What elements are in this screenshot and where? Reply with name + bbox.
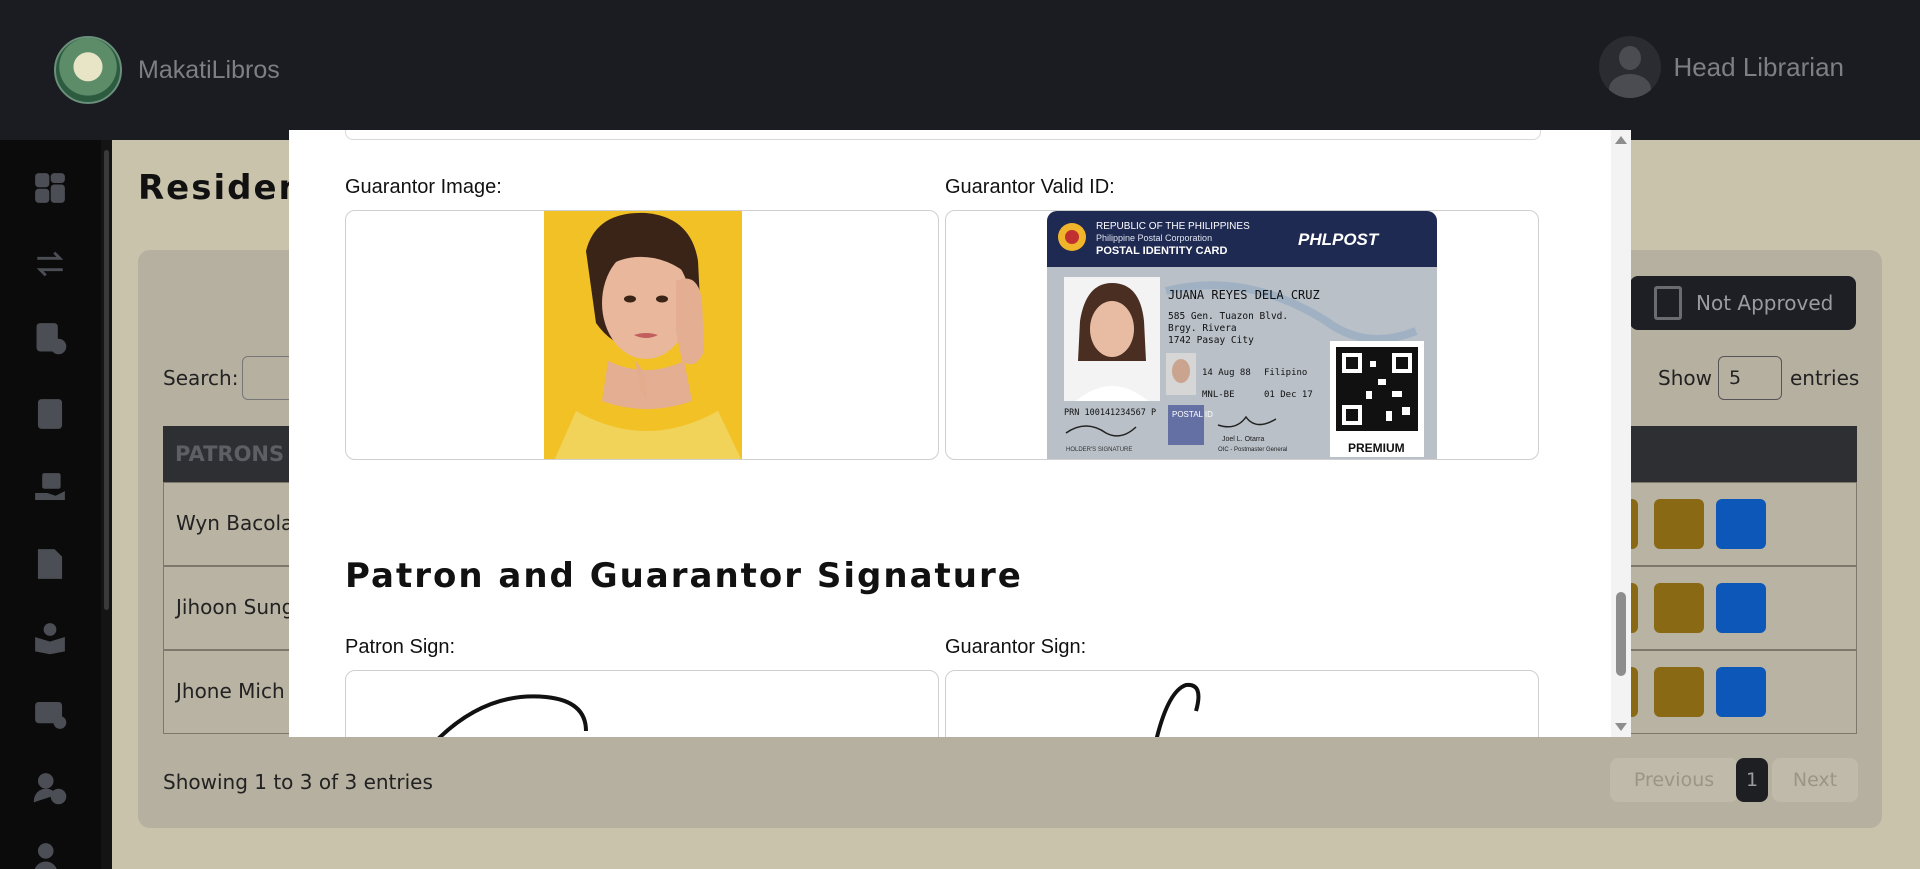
search-label: Search:	[163, 366, 239, 390]
page-title: Residen	[138, 168, 305, 208]
modal-scrollbar[interactable]	[1611, 130, 1631, 737]
reader-icon[interactable]	[32, 620, 68, 656]
details-button[interactable]	[1654, 583, 1704, 633]
borrow-hand-icon[interactable]	[32, 470, 68, 506]
edit-button[interactable]	[1716, 583, 1766, 633]
id-nationality: Filipino	[1264, 368, 1307, 378]
not-approved-label: Not Approved	[1696, 291, 1834, 315]
postal-id-card-image: REPUBLIC OF THE PHILIPPINES Philippine P…	[1047, 211, 1437, 459]
id-card-check-icon[interactable]	[32, 696, 68, 732]
sidebar	[0, 140, 112, 869]
edit-button[interactable]	[1716, 667, 1766, 717]
id-prn: PRN 100141234567 P	[1064, 408, 1156, 418]
patron-sign-label: Patron Sign:	[345, 636, 456, 658]
id-brand: PHLPOST	[1298, 230, 1380, 249]
patron-signature-image	[437, 694, 588, 737]
user-menu[interactable]: Head Librarian	[1599, 36, 1844, 98]
previous-page-button[interactable]: Previous	[1610, 758, 1738, 802]
id-addr2: Brgy. Rivera	[1168, 323, 1237, 334]
details-button[interactable]	[1654, 499, 1704, 549]
top-header: MakatiLibros Head Librarian	[0, 0, 1920, 140]
patron-name: Jhone Mich	[176, 679, 285, 703]
patron-signature-box[interactable]	[345, 670, 939, 737]
user-avatar-icon	[1599, 36, 1662, 98]
id-dob: 14 Aug 88	[1202, 368, 1251, 378]
user-ban-icon[interactable]	[32, 770, 68, 806]
id-tier: PREMIUM	[1348, 441, 1405, 455]
not-approved-list-icon	[1654, 286, 1682, 320]
details-button[interactable]	[1654, 667, 1704, 717]
column-header-patrons[interactable]: PATRONS	[175, 442, 284, 466]
sidebar-scroll-thumb[interactable]	[104, 150, 109, 610]
document-icon[interactable]	[32, 546, 68, 582]
patron-details-modal: Guarantor Image: Guarantor Valid ID: REP…	[289, 130, 1631, 737]
guarantor-sign-label: Guarantor Sign:	[945, 636, 1087, 658]
id-line3: POSTAL IDENTITY CARD	[1096, 245, 1227, 257]
id-line1: REPUBLIC OF THE PHILIPPINES	[1096, 221, 1250, 232]
id-addr3: 1742 Pasay City	[1168, 335, 1254, 346]
show-label: Show	[1658, 366, 1712, 390]
brand[interactable]: MakatiLibros	[54, 36, 280, 104]
book-icon[interactable]	[32, 396, 68, 432]
guarantor-signature-box[interactable]	[945, 670, 1539, 737]
guarantor-photo	[544, 211, 742, 459]
scroll-up-arrow-icon[interactable]	[1615, 136, 1627, 144]
transactions-icon[interactable]	[32, 246, 68, 282]
guarantor-image-label: Guarantor Image:	[345, 176, 502, 198]
entries-label: entries	[1790, 366, 1860, 390]
guarantor-valid-id-label: Guarantor Valid ID:	[945, 176, 1115, 198]
dashboard-icon[interactable]	[32, 170, 68, 206]
scroll-down-arrow-icon[interactable]	[1615, 723, 1627, 731]
app-name: MakatiLibros	[138, 55, 280, 84]
patron-name: Wyn Bacola	[176, 511, 294, 535]
patron-name: Jihoon Sung	[176, 595, 295, 619]
guarantor-image-box[interactable]	[345, 210, 939, 460]
id-signatory-title: OIC - Postmaster General	[1218, 447, 1287, 453]
showing-entries-text: Showing 1 to 3 of 3 entries	[163, 770, 433, 794]
id-office: MNL-BE	[1202, 390, 1235, 400]
guarantor-signature-image	[1154, 682, 1201, 737]
guarantor-valid-id-box[interactable]: REPUBLIC OF THE PHILIPPINES Philippine P…	[945, 210, 1539, 460]
next-page-button[interactable]: Next	[1772, 758, 1858, 802]
id-addr1: 585 Gen. Tuazon Blvd.	[1168, 311, 1288, 322]
id-line2: Philippine Postal Corporation	[1096, 233, 1212, 243]
user-icon[interactable]	[32, 840, 68, 869]
id-valid-until: 01 Dec 17	[1264, 390, 1313, 400]
modal-scroll-thumb[interactable]	[1616, 592, 1626, 676]
not-approved-button[interactable]: Not Approved	[1630, 276, 1856, 330]
id-holder-sig-label: HOLDER'S SIGNATURE	[1066, 447, 1132, 453]
signature-section-title: Patron and Guarantor Signature	[345, 556, 1023, 596]
id-signatory: Joel L. Otarra	[1222, 436, 1265, 443]
edit-button[interactable]	[1716, 499, 1766, 549]
current-page-button[interactable]: 1	[1736, 758, 1768, 802]
approval-list-icon[interactable]	[32, 320, 68, 356]
id-postal-id: POSTAL ID	[1172, 410, 1213, 419]
previous-field-box	[345, 130, 1541, 140]
user-role: Head Librarian	[1673, 51, 1844, 82]
id-name: JUANA REYES DELA CRUZ	[1168, 288, 1320, 302]
makati-seal-logo	[54, 36, 122, 104]
entries-select[interactable]: 5	[1718, 356, 1782, 400]
